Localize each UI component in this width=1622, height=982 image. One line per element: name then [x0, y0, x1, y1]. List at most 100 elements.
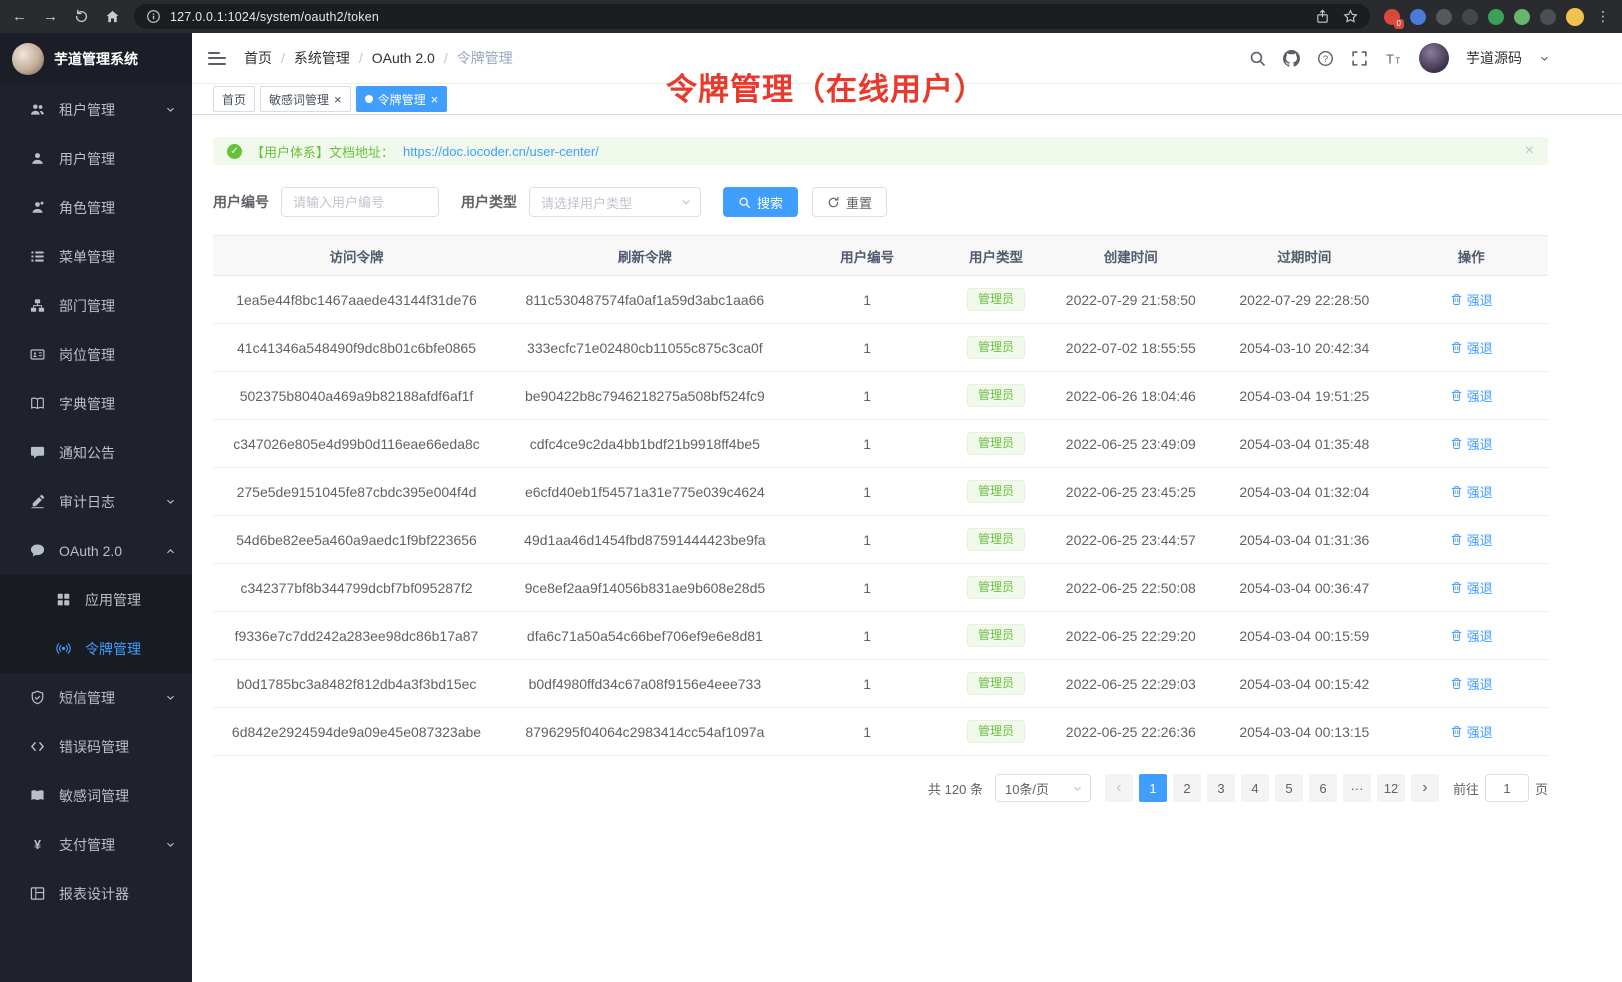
- browser-chrome: ← → 127.0.0.1:1024/system/oauth2/token 0…: [0, 0, 1622, 33]
- token-table: 访问令牌刷新令牌用户编号用户类型创建时间过期时间操作 1ea5e44f8bc14…: [213, 235, 1548, 756]
- sidebar-item-post[interactable]: 岗位管理: [0, 330, 192, 379]
- tab-close-icon[interactable]: ×: [431, 93, 439, 106]
- page-button-6[interactable]: 6: [1309, 774, 1337, 802]
- home-icon[interactable]: [105, 9, 120, 24]
- back-icon[interactable]: ←: [12, 8, 27, 25]
- force-logout-button[interactable]: 强退: [1450, 482, 1493, 501]
- app-logo[interactable]: 芋道管理系统: [0, 33, 192, 85]
- avatar[interactable]: [1419, 43, 1449, 73]
- delete-icon: [1450, 437, 1463, 450]
- extension-gray[interactable]: [1540, 9, 1556, 25]
- sidebar-item-sensitive-word[interactable]: 敏感词管理: [0, 771, 192, 820]
- page-button-5[interactable]: 5: [1275, 774, 1303, 802]
- fullscreen-icon[interactable]: [1351, 50, 1368, 67]
- more-pages-button[interactable]: ···: [1343, 774, 1371, 802]
- access-token-cell: 502375b8040a469a9b82188afdf6af1f: [213, 372, 500, 420]
- force-logout-button[interactable]: 强退: [1450, 626, 1493, 645]
- font-size-icon[interactable]: TT: [1385, 50, 1402, 67]
- force-logout-label: 强退: [1467, 482, 1493, 501]
- alert-link[interactable]: https://doc.iocoder.cn/user-center/: [403, 144, 599, 159]
- share-icon[interactable]: [1315, 9, 1330, 24]
- sidebar-item-oauth2[interactable]: OAuth 2.0: [0, 526, 192, 575]
- sidebar-item-user[interactable]: 用户管理: [0, 134, 192, 183]
- created-time-cell: 2022-06-25 22:29:03: [1047, 660, 1214, 708]
- expire-time-cell: 2054-03-10 20:42:34: [1214, 324, 1394, 372]
- notice-icon: [30, 445, 45, 460]
- sidebar-item-app[interactable]: 应用管理: [0, 575, 192, 624]
- sidebar-item-error-code[interactable]: 错误码管理: [0, 722, 192, 771]
- breadcrumb-item[interactable]: 首页: [244, 48, 272, 68]
- reset-button[interactable]: 重置: [812, 187, 887, 217]
- force-logout-button[interactable]: 强退: [1450, 338, 1493, 357]
- page-button-12[interactable]: 12: [1377, 774, 1405, 802]
- sidebar-item-dept[interactable]: 部门管理: [0, 281, 192, 330]
- page-content: ✓ 【用户体系】文档地址： https://doc.iocoder.cn/use…: [192, 115, 1622, 982]
- sidebar-item-tenant[interactable]: 租户管理: [0, 85, 192, 134]
- tab-close-icon[interactable]: ×: [334, 93, 342, 106]
- force-logout-label: 强退: [1467, 290, 1493, 309]
- report-icon: [30, 886, 45, 901]
- tab-token[interactable]: 令牌管理 ×: [356, 86, 448, 112]
- sidebar-item-notice[interactable]: 通知公告: [0, 428, 192, 477]
- site-info-icon[interactable]: [146, 9, 161, 24]
- extension-dark-2[interactable]: [1462, 9, 1478, 25]
- expire-time-cell: 2054-03-04 00:15:59: [1214, 612, 1394, 660]
- browser-menu-icon[interactable]: ⋮: [1596, 8, 1610, 25]
- page-button-3[interactable]: 3: [1207, 774, 1235, 802]
- force-logout-button[interactable]: 强退: [1450, 578, 1493, 597]
- sidebar-item-token[interactable]: 令牌管理: [0, 624, 192, 673]
- force-logout-button[interactable]: 强退: [1450, 722, 1493, 741]
- extension-puzzle[interactable]: [1514, 9, 1530, 25]
- sidebar-item-audit-log[interactable]: 审计日志: [0, 477, 192, 526]
- tab-label: 令牌管理: [378, 91, 426, 108]
- sidebar-item-sms[interactable]: 短信管理: [0, 673, 192, 722]
- sidebar-item-pay[interactable]: ¥支付管理: [0, 820, 192, 869]
- tab-sensitive-word[interactable]: 敏感词管理×: [260, 86, 351, 112]
- url-bar[interactable]: 127.0.0.1:1024/system/oauth2/token: [134, 4, 1370, 29]
- breadcrumb-item[interactable]: 系统管理: [294, 48, 350, 68]
- page-button-2[interactable]: 2: [1173, 774, 1201, 802]
- user-name[interactable]: 芋道源码: [1466, 48, 1522, 68]
- sidebar-item-label: 字典管理: [59, 394, 176, 414]
- forward-icon[interactable]: →: [43, 8, 58, 25]
- page-button-4[interactable]: 4: [1241, 774, 1269, 802]
- tab-home[interactable]: 首页: [213, 86, 255, 112]
- action-cell: 强退: [1394, 276, 1548, 324]
- goto-page-input[interactable]: [1485, 774, 1529, 802]
- user-id-input[interactable]: [281, 187, 439, 217]
- reload-icon[interactable]: [74, 9, 89, 24]
- extension-green[interactable]: [1488, 9, 1504, 25]
- help-icon[interactable]: ?: [1317, 50, 1334, 67]
- sidebar-item-role[interactable]: 角色管理: [0, 183, 192, 232]
- prev-page-button[interactable]: ‹: [1105, 774, 1133, 802]
- github-icon[interactable]: [1283, 50, 1300, 67]
- table-row: c342377bf8b344799dcbf7bf095287f29ce8ef2a…: [213, 564, 1548, 612]
- breadcrumb-item[interactable]: OAuth 2.0: [372, 50, 435, 66]
- next-page-button[interactable]: ›: [1411, 774, 1439, 802]
- force-logout-button[interactable]: 强退: [1450, 674, 1493, 693]
- page-button-1[interactable]: 1: [1139, 774, 1167, 802]
- table-row: b0d1785bc3a8482f812db4a3f3bd15ecb0df4980…: [213, 660, 1548, 708]
- profile-avatar[interactable]: [1566, 8, 1584, 26]
- hamburger-icon[interactable]: [208, 52, 226, 65]
- force-logout-button[interactable]: 强退: [1450, 434, 1493, 453]
- page-size-select[interactable]: 10条/页: [995, 774, 1091, 802]
- extension-dark-1[interactable]: [1436, 9, 1452, 25]
- force-logout-button[interactable]: 强退: [1450, 386, 1493, 405]
- force-logout-button[interactable]: 强退: [1450, 290, 1493, 309]
- search-button[interactable]: 搜索: [723, 187, 798, 217]
- user-type-select[interactable]: 请选择用户类型: [529, 187, 701, 217]
- extension-blue[interactable]: [1410, 9, 1426, 25]
- sidebar-item-report[interactable]: 报表设计器: [0, 869, 192, 918]
- bookmark-star-icon[interactable]: [1343, 9, 1358, 24]
- chevron-down-icon[interactable]: [1539, 53, 1550, 64]
- search-icon[interactable]: [1249, 50, 1266, 67]
- sidebar-item-dict[interactable]: 字典管理: [0, 379, 192, 428]
- chevron-down-icon: [680, 196, 692, 208]
- alert-close-icon[interactable]: ×: [1525, 142, 1534, 160]
- force-logout-button[interactable]: 强退: [1450, 530, 1493, 549]
- sidebar-item-menu[interactable]: 菜单管理: [0, 232, 192, 281]
- extension-red[interactable]: 0: [1384, 9, 1400, 25]
- table-row: 54d6be82ee5a460a9aedc1f9bf22365649d1aa46…: [213, 516, 1548, 564]
- created-time-cell: 2022-07-02 18:55:55: [1047, 324, 1214, 372]
